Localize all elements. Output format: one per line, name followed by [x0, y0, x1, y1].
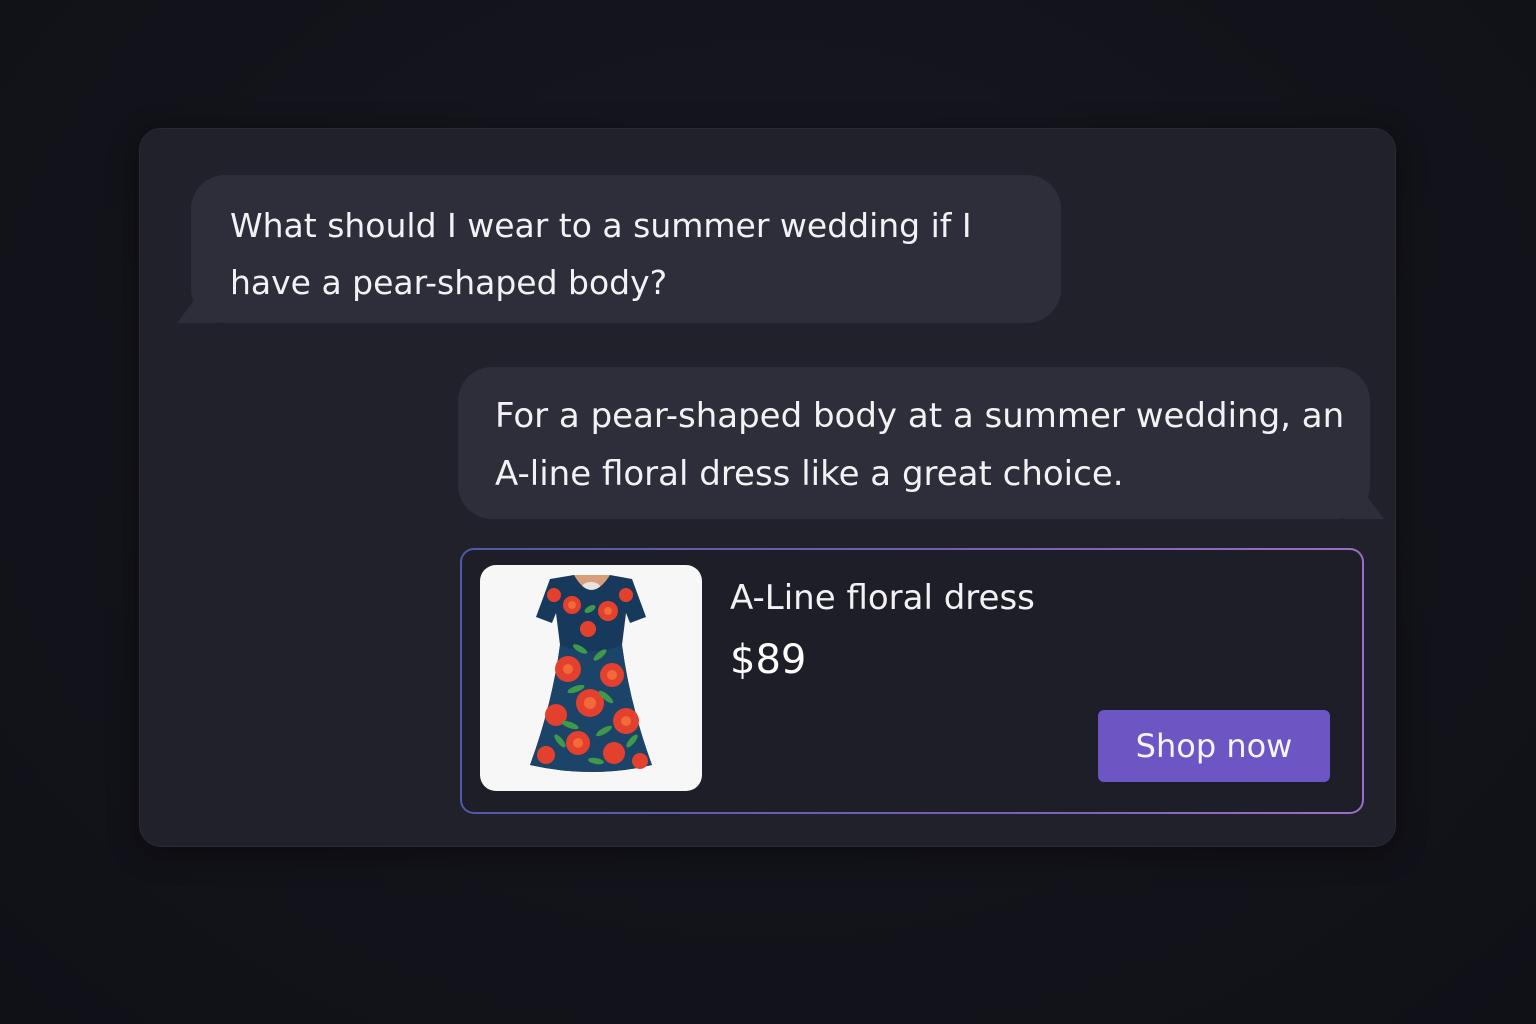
- user-message-bubble: What should I wear to a summer wedding i…: [191, 175, 1061, 323]
- assistant-message-bubble: For a pear-shaped body at a summer weddi…: [458, 367, 1370, 519]
- product-title: A-Line floral dress: [730, 578, 1035, 618]
- user-message-text: What should I wear to a summer wedding i…: [230, 206, 972, 302]
- chat-panel: What should I wear to a summer wedding i…: [139, 128, 1396, 847]
- floral-dress-image[interactable]: [480, 565, 702, 791]
- dress-illustration: [530, 575, 652, 772]
- user-bubble-tail: [177, 295, 217, 323]
- product-card[interactable]: A-Line floral dress $89 Shop now: [460, 548, 1364, 814]
- assistant-bubble-tail: [1344, 491, 1384, 519]
- product-card-body: A-Line floral dress $89 Shop now: [462, 550, 1362, 812]
- shop-now-button[interactable]: Shop now: [1098, 710, 1330, 782]
- assistant-message-text: For a pear-shaped body at a summer weddi…: [495, 396, 1366, 494]
- product-price: $89: [730, 637, 807, 683]
